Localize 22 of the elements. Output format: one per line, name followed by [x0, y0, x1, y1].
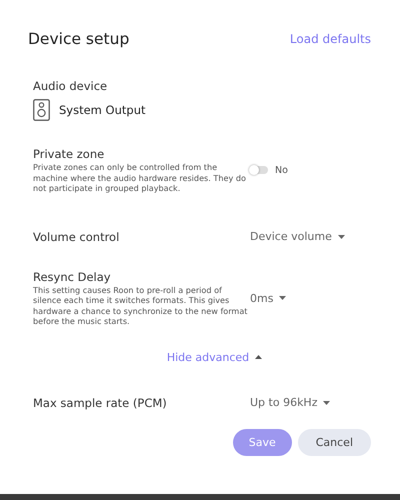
audio-device-label: Audio device: [32, 79, 108, 93]
dropdown[interactable]: Device volume: [250, 230, 345, 243]
setting-description: This setting causes Roon to pre-roll a period of silence each time it switches formats. This gives hardware a chance to synchronize to the new format before the music starts.: [33, 284, 248, 326]
speaker-icon: [33, 99, 50, 121]
caret-down-icon: [279, 296, 286, 300]
load-defaults-link[interactable]: Load defaults: [290, 32, 371, 46]
setting-label: Volume control: [33, 230, 120, 244]
setting-label: Max sample rate (PCM): [33, 396, 168, 410]
toggle-switch[interactable]: [250, 166, 268, 174]
setting-description: Private zones can only be controlled from the machine where the audio hardware resides. They do not participate in grouped playback.: [33, 162, 247, 194]
dropdown[interactable]: 0ms: [250, 292, 286, 304]
caret-down-icon: [338, 234, 345, 238]
toggle-label: No: [275, 164, 288, 176]
caret-down-icon: [323, 400, 330, 404]
setting-label: Resync Delay: [33, 270, 112, 284]
dialog-title: Device setup: [28, 30, 130, 48]
device-name: System Output: [59, 103, 146, 117]
cancel-button[interactable]: Cancel: [298, 429, 371, 456]
caret-up-icon: [255, 355, 262, 359]
dropdown[interactable]: Up to 96kHz: [250, 396, 330, 409]
hide-advanced-button[interactable]: Hide advanced: [166, 350, 262, 364]
setting-label: Private zone: [33, 147, 106, 161]
